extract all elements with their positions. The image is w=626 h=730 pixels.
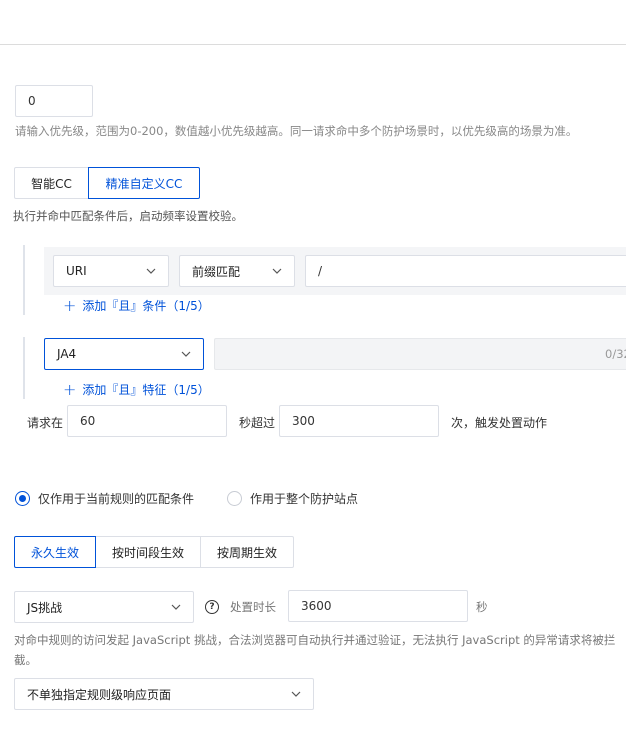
radio-unchecked-icon (227, 491, 242, 506)
rate-prefix-label: 请求在 (27, 416, 64, 430)
chevron-down-icon (272, 268, 282, 274)
help-icon[interactable]: ? (205, 600, 219, 614)
add-and-feature-label: 添加『且』特征（1/5） (82, 383, 210, 397)
scope-option-current-rule-label: 仅作用于当前规则的匹配条件 (38, 492, 195, 506)
duration-unit: 秒 (476, 600, 488, 614)
chevron-down-icon (181, 351, 191, 357)
feature-value-counter: 0/32 (605, 347, 626, 361)
duration-input[interactable]: 3600 (288, 590, 468, 622)
plus-icon: + (63, 295, 77, 315)
tab-smart-cc[interactable]: 智能CC (14, 167, 89, 199)
response-page-select[interactable]: 不单独指定规则级响应页面 (14, 678, 314, 710)
chevron-down-icon (291, 691, 301, 697)
add-and-condition-button[interactable]: + 添加『且』条件（1/5） (63, 297, 210, 314)
tab-smart-cc-label: 智能CC (31, 176, 72, 191)
rate-count-value: 300 (292, 414, 315, 428)
action-description: 对命中规则的访问发起 JavaScript 挑战，合法浏览器可自动执行并通过验证… (14, 633, 616, 667)
rate-middle-label: 秒超过 (239, 416, 276, 430)
tab-permanent-label: 永久生效 (30, 545, 79, 560)
rate-seconds-input[interactable]: 60 (67, 405, 227, 437)
cc-mode-description: 执行并命中匹配条件后，启动频率设置校验。 (13, 209, 243, 223)
rate-seconds-value: 60 (80, 414, 96, 428)
radio-checked-icon (15, 491, 30, 506)
condition-operator-select[interactable]: 前缀匹配 (179, 255, 295, 287)
tab-precise-custom-cc-label: 精准自定义CC (105, 176, 183, 191)
action-type-select[interactable]: JS挑战 (14, 591, 194, 623)
scope-option-whole-site-label: 作用于整个防护站点 (250, 492, 359, 506)
scope-option-whole-site[interactable]: 作用于整个防护站点 (227, 490, 358, 507)
tab-precise-custom-cc[interactable]: 精准自定义CC (88, 167, 200, 199)
feature-group-bar (23, 337, 25, 399)
tab-time-range-label: 按时间段生效 (111, 545, 184, 560)
feature-value-input[interactable]: 0/32 (214, 338, 626, 370)
feature-field-value: JA4 (57, 347, 77, 361)
tab-time-range[interactable]: 按时间段生效 (96, 536, 201, 568)
add-and-condition-label: 添加『且』条件（1/5） (82, 299, 210, 313)
plus-icon: + (63, 379, 77, 399)
chevron-down-icon (146, 268, 156, 274)
feature-field-select[interactable]: JA4 (44, 338, 204, 370)
action-type-value: JS挑战 (27, 600, 63, 615)
priority-value: 0 (28, 94, 36, 108)
tab-periodic[interactable]: 按周期生效 (200, 536, 294, 568)
priority-hint: 请输入优先级，范围为0-200，数值越小优先级越高。同一请求命中多个防护场景时，… (15, 124, 578, 138)
top-divider (0, 44, 626, 45)
scope-option-current-rule[interactable]: 仅作用于当前规则的匹配条件 (15, 490, 194, 507)
condition-value-input[interactable]: / (305, 255, 626, 287)
chevron-down-icon (171, 604, 181, 610)
rate-count-input[interactable]: 300 (279, 405, 439, 437)
condition-field-value: URI (66, 264, 87, 278)
rate-suffix-label: 次，触发处置动作 (451, 416, 548, 430)
duration-value: 3600 (301, 599, 332, 613)
tab-permanent[interactable]: 永久生效 (14, 536, 96, 568)
condition-group-bar (23, 245, 25, 315)
tab-periodic-label: 按周期生效 (216, 545, 277, 560)
condition-field-select[interactable]: URI (53, 255, 169, 287)
response-page-value: 不单独指定规则级响应页面 (27, 687, 172, 702)
priority-input[interactable]: 0 (15, 85, 93, 117)
add-and-feature-button[interactable]: + 添加『且』特征（1/5） (63, 381, 210, 398)
duration-label: 处置时长 (230, 600, 276, 614)
condition-operator-value: 前缀匹配 (192, 264, 241, 279)
condition-value-text: / (318, 264, 323, 278)
